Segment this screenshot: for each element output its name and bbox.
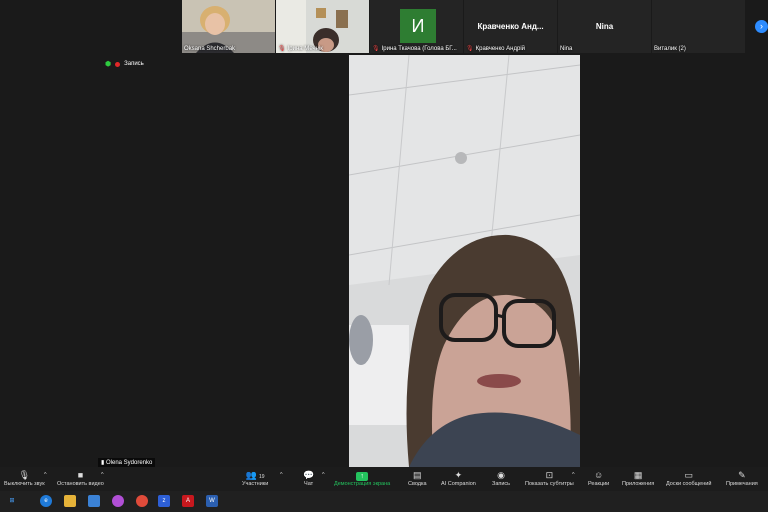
record-dot-icon [115, 61, 121, 67]
participants-button[interactable]: 👥 19 Участники [242, 470, 268, 487]
apps-label: Приложения [622, 481, 655, 487]
recording-indicator[interactable]: ⬢ Запись [105, 60, 144, 68]
chevron-up-icon[interactable]: ^ [572, 472, 575, 478]
speaker-name: Olena Sydorenko [105, 460, 153, 466]
file-explorer-icon[interactable] [64, 495, 76, 507]
whiteboard-icon: ▭ [684, 470, 693, 480]
participant-display-name: Кравченко Анд... [477, 22, 544, 31]
sparkle-icon: ✦ [454, 470, 463, 480]
active-speaker-video [349, 55, 580, 467]
summary-button[interactable]: ▤ Сводка [408, 470, 427, 487]
participant-tile[interactable]: Oksana Shcherbak [182, 0, 275, 53]
participant-tile[interactable]: Nina Nina [558, 0, 651, 53]
windows-start-icon[interactable]: ⊞ [6, 495, 18, 507]
participants-count: 19 [258, 474, 265, 480]
mic-muted-icon: 🎙 [466, 46, 474, 52]
participant-name: 🎙 Ірина Ткачова (Голова БГ... [372, 45, 457, 52]
share-screen-button[interactable]: ↑ Демонстрация экрана [334, 470, 390, 487]
chevron-up-icon[interactable]: ^ [322, 472, 325, 478]
zoom-app-icon[interactable]: z [158, 495, 170, 507]
notes-icon: ✎ [738, 470, 746, 480]
people-icon: 👥 19 [245, 470, 265, 480]
chrome-icon[interactable] [136, 495, 148, 507]
mic-muted-icon: 🎙 [278, 46, 286, 52]
speaker-name-label: ▮ Olena Sydorenko [98, 458, 156, 467]
chat-button[interactable]: 💬 Чат [303, 470, 314, 487]
captions-button[interactable]: ⊡ Показать субтитры [525, 470, 574, 487]
shield-icon: ⬢ [105, 61, 112, 68]
stop-video-button[interactable]: ■ Остановить видео [57, 470, 104, 487]
participant-avatar: И [400, 9, 436, 43]
video-camera-icon: ■ [77, 470, 84, 480]
participant-name: 🎙 Ірина Мечнік [278, 45, 323, 52]
acrobat-icon[interactable]: A [182, 495, 194, 507]
recording-label: Запись [124, 61, 144, 67]
meeting-toolbar: 🎙 Выключить звук ^ ■ Остановить видео ^ … [0, 467, 768, 491]
chevron-right-icon[interactable]: › [755, 20, 768, 33]
companion-label: AI Companion [441, 481, 476, 487]
participant-name: Oksana Shcherbak [184, 46, 236, 52]
whiteboards-button[interactable]: ▭ Доски сообщений [666, 470, 711, 487]
share-label: Демонстрация экрана [334, 481, 391, 487]
mute-button[interactable]: 🎙 Выключить звук [4, 470, 45, 487]
mute-label: Выключить звук [4, 481, 45, 487]
participant-name: 🎙 Кравченко Андрій [466, 45, 525, 52]
copilot-icon[interactable] [112, 495, 124, 507]
record-icon: ◉ [497, 470, 505, 480]
record-button[interactable]: ◉ Запись [492, 470, 510, 487]
whiteboards-label: Доски сообщений [666, 481, 712, 487]
cc-icon: ⊡ [545, 470, 554, 480]
participant-name-text: Ірина Мечнік [287, 46, 323, 52]
reactions-label: Реакции [588, 481, 610, 487]
mic-muted-icon: 🎙 [372, 46, 380, 52]
participant-tile[interactable]: И 🎙 Ірина Ткачова (Голова БГ... [370, 0, 463, 53]
captions-label: Показать субтитры [525, 481, 574, 487]
participant-tile[interactable]: Виталик (2) [652, 0, 745, 53]
participant-display-name: Nina [595, 22, 614, 31]
chat-bubble-icon: 💬 [303, 470, 315, 480]
record-label: Запись [492, 481, 511, 487]
chevron-up-icon[interactable]: ^ [280, 472, 283, 478]
notes-button[interactable]: ✎ Примечания [726, 470, 758, 487]
chat-label: Чат [304, 481, 314, 487]
participant-strip: Oksana Shcherbak 🎙 Ірина Мечнік И 🎙 Ірина … [182, 0, 768, 53]
reactions-button[interactable]: ☺ Реакции [588, 470, 609, 487]
participant-tile[interactable]: Кравченко Анд... 🎙 Кравченко Андрій [464, 0, 557, 53]
chevron-up-icon[interactable]: ^ [101, 472, 104, 478]
participant-name: Nina [560, 46, 573, 52]
word-icon[interactable]: W [206, 495, 218, 507]
notes-label: Примечания [726, 481, 758, 487]
speaker-video-frame [349, 55, 580, 467]
apps-icon: ▦ [633, 470, 643, 480]
apps-button[interactable]: ▦ Приложения [622, 470, 654, 487]
microphone-icon: 🎙 [18, 470, 31, 480]
participant-name: Виталик (2) [654, 46, 686, 52]
windows-taskbar: ⊞ e z A W [0, 491, 768, 512]
signal-icon: ▮ [101, 460, 105, 466]
document-icon: ▤ [413, 470, 422, 480]
store-icon[interactable] [88, 495, 100, 507]
edge-browser-icon[interactable]: e [40, 495, 52, 507]
participants-label: Участники [242, 481, 269, 487]
chevron-up-icon[interactable]: ^ [44, 472, 47, 478]
video-label: Остановить видео [57, 481, 104, 487]
participant-name-text: Кравченко Андрій [475, 46, 526, 52]
summary-label: Сводка [408, 481, 427, 487]
ai-companion-button[interactable]: ✦ AI Companion [441, 470, 476, 487]
share-screen-icon: ↑ [334, 470, 390, 481]
participant-name-text: Ірина Ткачова (Голова БГ... [381, 46, 457, 52]
participant-tile[interactable]: 🎙 Ірина Мечнік [276, 0, 369, 53]
smiley-icon: ☺ [594, 470, 604, 480]
